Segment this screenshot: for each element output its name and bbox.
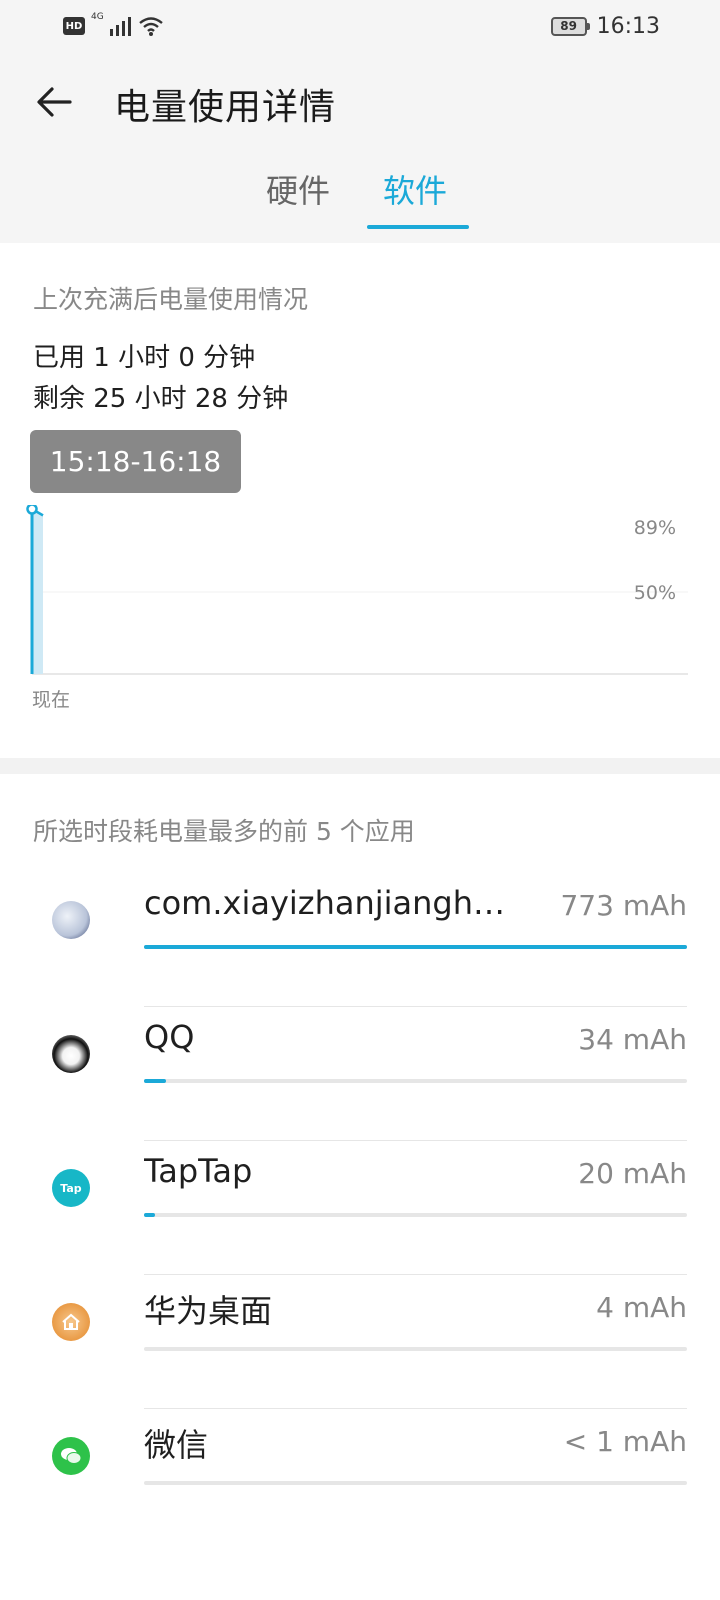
- battery-icon: 89: [550, 16, 590, 36]
- remaining-time: 剩余 25 小时 28 分钟: [33, 384, 289, 414]
- battery-level: 89: [560, 19, 577, 33]
- tab-indicator: [367, 225, 469, 229]
- apps-section-label: 所选时段耗电量最多的前 5 个应用: [33, 817, 415, 846]
- page-title: 电量使用详情: [114, 87, 337, 128]
- app-row[interactable]: 微信 < 1 mAh: [0, 1400, 720, 1534]
- tab-hardware[interactable]: 硬件: [266, 166, 330, 212]
- app-usage-bar: [144, 1213, 687, 1217]
- chart-area: [32, 509, 43, 674]
- status-right: 89 16:13: [550, 12, 660, 40]
- back-button[interactable]: [28, 76, 80, 128]
- qq-penguin-icon: [52, 1035, 90, 1073]
- app-usage-value: < 1 mAh: [563, 1425, 687, 1458]
- jianghu-app-icon: [52, 901, 90, 939]
- used-time: 已用 1 小时 0 分钟: [33, 343, 256, 373]
- app-row[interactable]: com.xiayizhanjianghu.… 773 mAh: [0, 864, 720, 998]
- battery-chart[interactable]: 89% 50% 现在: [0, 503, 720, 725]
- app-name: com.xiayizhanjianghu.…: [144, 884, 516, 922]
- hd-badge: HD: [63, 17, 85, 35]
- tab-bar: 硬件 软件: [0, 166, 720, 230]
- tab-software[interactable]: 软件: [383, 166, 447, 212]
- section-divider: [0, 758, 720, 774]
- taptap-icon: Tap: [52, 1169, 90, 1207]
- app-usage-bar: [144, 1347, 687, 1351]
- app-usage-bar: [144, 1481, 687, 1485]
- app-name: QQ: [144, 1018, 195, 1056]
- app-row[interactable]: 华为桌面 4 mAh: [0, 1266, 720, 1400]
- app-usage-value: 34 mAh: [578, 1023, 687, 1056]
- app-usage-fill: [144, 945, 687, 949]
- app-name: 微信: [144, 1426, 209, 1464]
- home-icon: [52, 1303, 90, 1341]
- app-row[interactable]: QQ 34 mAh: [0, 998, 720, 1132]
- chart-tick-label-50: 50%: [633, 582, 676, 604]
- arrow-left-icon: [37, 87, 72, 117]
- app-usage-value: 20 mAh: [578, 1157, 687, 1190]
- app-row[interactable]: Tap TapTap 20 mAh: [0, 1132, 720, 1266]
- usage-section-label: 上次充满后电量使用情况: [33, 285, 309, 314]
- app-usage-value: 4 mAh: [596, 1291, 687, 1324]
- app-name: TapTap: [144, 1152, 253, 1190]
- app-bar: 电量使用详情: [0, 60, 720, 140]
- battery-chart-plot: [26, 503, 688, 675]
- signal-icon: [109, 17, 131, 36]
- time-range-label: 15:18-16:18: [49, 445, 222, 478]
- app-usage-fill: [144, 1079, 166, 1083]
- app-usage-bar: [144, 945, 687, 949]
- app-usage-value: 773 mAh: [560, 889, 687, 922]
- chart-tick-label-89: 89%: [633, 517, 676, 539]
- network-type: 4G: [91, 12, 104, 22]
- status-bar: HD 4G 89 16:13: [0, 0, 720, 52]
- app-name: 华为桌面: [144, 1292, 273, 1330]
- chart-current-point: [26, 503, 38, 515]
- chart-x-label-now: 现在: [32, 689, 71, 711]
- app-usage-bar: [144, 1079, 687, 1083]
- time-range-button[interactable]: 15:18-16:18: [30, 430, 241, 493]
- wifi-icon: [138, 17, 163, 36]
- wechat-icon: [52, 1437, 90, 1475]
- status-left: HD 4G: [63, 12, 164, 38]
- app-usage-fill: [144, 1213, 155, 1217]
- status-time: 16:13: [596, 13, 660, 39]
